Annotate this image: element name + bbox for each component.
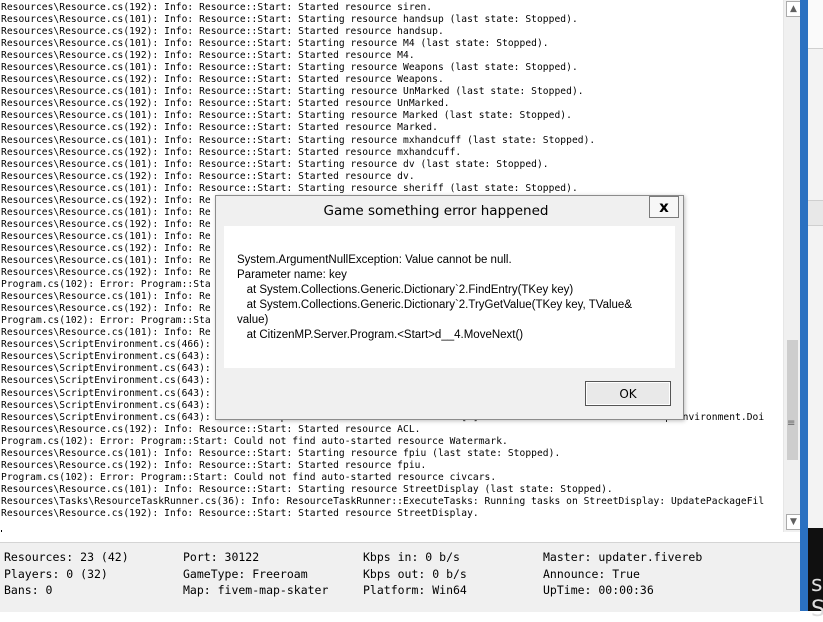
map-value: Map: fivem-map-skater bbox=[183, 583, 329, 597]
scrollbar-thumb[interactable] bbox=[787, 340, 798, 460]
background-window-text: s S bbox=[811, 572, 823, 622]
log-line: Resources\Resource.cs(192): Info: Resour… bbox=[1, 74, 444, 86]
log-line: Resources\Resource.cs(101): Info: Resour… bbox=[1, 447, 561, 459]
background-window-tab bbox=[808, 200, 823, 226]
announce-value: Announce: True bbox=[543, 567, 640, 581]
log-line: Program.cs(102): Error: Program::Start: … bbox=[1, 435, 508, 447]
uptime-value: UpTime: 00:00:36 bbox=[543, 583, 654, 597]
log-line: Resources\Resource.cs(101): Info: Resour… bbox=[1, 110, 572, 122]
close-icon[interactable]: x bbox=[649, 196, 679, 218]
scroll-down-arrow-icon[interactable]: ▼ bbox=[786, 514, 801, 530]
bans-count: Bans: 0 bbox=[4, 583, 53, 597]
error-message: System.ArgumentNullException: Value cann… bbox=[237, 254, 632, 341]
log-line: Resources\Resource.cs(101): Info: Resour… bbox=[1, 134, 596, 146]
log-line: Resources\Resource.cs(192): Info: Resour… bbox=[1, 423, 421, 435]
log-line: Program.cs(102): Error: Program::Start: … bbox=[1, 471, 497, 483]
dialog-title: Game something error happened bbox=[323, 203, 549, 219]
background-window bbox=[808, 0, 823, 611]
log-line: Resources\Resource.cs(192): Info: Resour… bbox=[1, 50, 415, 62]
log-line: Resources\Resource.cs(192): Info: Resour… bbox=[1, 26, 444, 38]
scroll-up-arrow-icon[interactable]: ▲ bbox=[786, 1, 801, 17]
master-value: Master: updater.fivereb bbox=[543, 550, 703, 564]
log-line: Resources\Resource.cs(101): Info: Resour… bbox=[1, 14, 578, 26]
server-status-bar: Resources: 23 (42) Players: 0 (32) Bans:… bbox=[0, 542, 800, 612]
log-line: Resources\Resource.cs(101): Info: Resour… bbox=[1, 38, 549, 50]
log-line: Resources\Resource.cs(192): Info: Resour… bbox=[1, 2, 433, 13]
log-line: Resources\Resource.cs(192): Info: Resour… bbox=[1, 170, 415, 182]
background-window-header bbox=[808, 0, 823, 49]
log-line: Resources\Resource.cs(192): Info: Resour… bbox=[1, 98, 450, 110]
log-line: Resources\Resource.cs(101): Info: Resour… bbox=[1, 483, 613, 495]
log-line: Resources\Resource.cs(101): Info: Resour… bbox=[1, 62, 578, 74]
log-line: Resources\Resource.cs(101): Info: Resour… bbox=[1, 158, 549, 170]
log-line: Resources\Resource.cs(192): Info: Resour… bbox=[1, 122, 438, 134]
log-line: Resources\Resource.cs(101): Info: Resour… bbox=[1, 86, 584, 98]
resources-count: Resources: 23 (42) bbox=[4, 550, 129, 564]
platform-value: Platform: Win64 bbox=[363, 583, 467, 597]
log-line: Resources\Resource.cs(192): Info: Resour… bbox=[1, 459, 427, 471]
log-line: Resources\Resource.cs(192): Info: Resour… bbox=[1, 507, 479, 519]
ok-button[interactable]: OK bbox=[585, 381, 671, 406]
port-value: Port: 30122 bbox=[183, 550, 260, 564]
dialog-titlebar[interactable]: Game something error happened bbox=[216, 196, 683, 226]
kbps-in-value: Kbps in: 0 b/s bbox=[363, 550, 460, 564]
players-count: Players: 0 (32) bbox=[4, 567, 108, 581]
error-dialog: Game something error happened x System.A… bbox=[215, 195, 684, 420]
gametype-value: GameType: Freeroam bbox=[183, 567, 308, 581]
dialog-message-area: System.ArgumentNullException: Value cann… bbox=[224, 226, 675, 368]
log-line: Resources\Resource.cs(192): Info: Resour… bbox=[1, 146, 462, 158]
console-scrollbar[interactable]: ▲ ▼ bbox=[783, 0, 801, 532]
scrollbar-grip-icon: ≡ bbox=[787, 418, 796, 429]
kbps-out-value: Kbps out: 0 b/s bbox=[363, 567, 467, 581]
log-line: Resources\Resource.cs(101): Info: Resour… bbox=[1, 182, 578, 194]
log-line: Resources\Tasks\ResourceTaskRunner.cs(36… bbox=[1, 495, 765, 507]
text-cursor bbox=[1, 530, 8, 532]
